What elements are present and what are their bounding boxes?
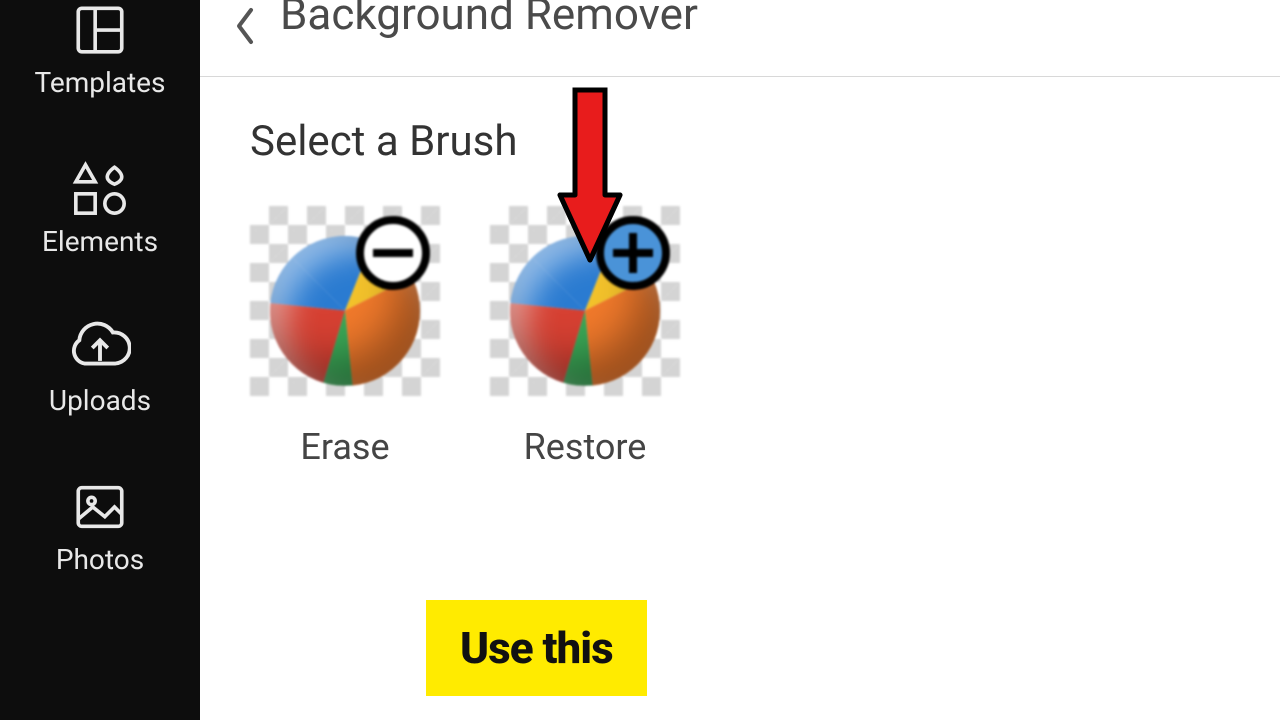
- brush-label: Restore: [524, 426, 647, 468]
- brush-thumb-restore: [490, 206, 680, 396]
- annotation-callout: Use this: [426, 600, 647, 696]
- sidebar-item-label: Uploads: [49, 384, 151, 417]
- sidebar-item-photos[interactable]: Photos: [0, 457, 200, 616]
- brush-option-restore[interactable]: Restore: [490, 206, 680, 468]
- plus-icon: [596, 216, 670, 290]
- chevron-left-icon: [232, 6, 258, 46]
- section-title: Select a Brush: [250, 117, 1230, 166]
- sidebar-item-elements[interactable]: Elements: [0, 139, 200, 298]
- panel-header: Background Remover: [200, 0, 1280, 77]
- templates-icon: [71, 0, 129, 60]
- main-panel: Background Remover Select a Brush Erase: [200, 0, 1280, 720]
- uploads-icon: [69, 318, 131, 378]
- minus-icon: [356, 216, 430, 290]
- sidebar: Templates Elements Uploads: [0, 0, 200, 720]
- sidebar-item-templates[interactable]: Templates: [0, 0, 200, 139]
- back-button[interactable]: [230, 6, 260, 46]
- elements-icon: [71, 159, 129, 219]
- brush-options: Erase Restore: [250, 206, 1230, 468]
- brush-section: Select a Brush Erase: [200, 77, 1280, 508]
- photos-icon: [71, 477, 129, 537]
- sidebar-item-uploads[interactable]: Uploads: [0, 298, 200, 457]
- brush-label: Erase: [300, 426, 389, 468]
- sidebar-item-label: Photos: [56, 543, 144, 576]
- sidebar-item-label: Templates: [35, 66, 166, 99]
- panel-title: Background Remover: [280, 0, 698, 40]
- brush-option-erase[interactable]: Erase: [250, 206, 440, 468]
- sidebar-item-label: Elements: [42, 225, 158, 258]
- brush-thumb-erase: [250, 206, 440, 396]
